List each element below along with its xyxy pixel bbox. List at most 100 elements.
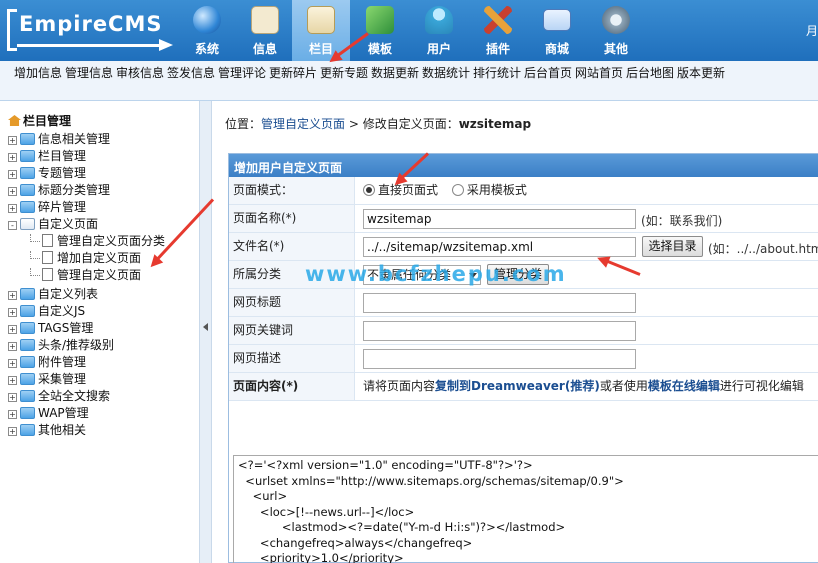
logo-underline [17, 44, 161, 47]
mode-template-radio[interactable] [451, 184, 464, 196]
folder-icon [307, 6, 335, 34]
tree-item-label: 专题管理 [38, 166, 87, 180]
tree-item-fulltext-search[interactable]: + 全站全文搜索 [8, 387, 110, 404]
tree-item-label: 全站全文搜索 [38, 389, 111, 403]
tree-item-info-related[interactable]: + 信息相关管理 [8, 130, 110, 147]
choose-dir-button[interactable]: 选择目录 [642, 236, 703, 257]
quick-add-info[interactable]: 增加信息 [14, 66, 62, 81]
expand-icon[interactable]: + [8, 342, 17, 351]
quick-admin-map[interactable]: 后台地图 [626, 66, 674, 81]
nav-template[interactable]: 模板 [351, 0, 409, 61]
notepad-icon [251, 6, 279, 34]
tree-title: 栏目管理 [8, 112, 71, 129]
tree-item-attachment-manage[interactable]: + 附件管理 [8, 353, 86, 370]
page-description-input[interactable] [363, 349, 636, 369]
expand-icon[interactable]: + [8, 393, 17, 402]
expand-icon[interactable]: + [8, 291, 17, 300]
page-title-input[interactable] [363, 293, 636, 313]
folder-icon [20, 339, 35, 351]
folder-icon [20, 322, 35, 334]
mode-direct-radio[interactable] [363, 184, 375, 196]
page-name-label: 页面名称(*) [229, 205, 355, 232]
nav-system[interactable]: 系统 [178, 0, 236, 61]
expand-icon[interactable]: + [8, 308, 17, 317]
quick-site-home[interactable]: 网站首页 [575, 66, 623, 81]
expand-icon[interactable]: + [8, 376, 17, 385]
folder-icon [20, 407, 35, 419]
tree-item-label: 管理自定义页面 [57, 268, 142, 282]
quick-audit-info[interactable]: 审核信息 [116, 66, 164, 81]
quick-sign-info[interactable]: 签发信息 [167, 66, 215, 81]
template-online-edit-link[interactable]: 模板在线编辑 [648, 379, 720, 393]
expand-icon[interactable]: + [8, 359, 17, 368]
quick-data-stats[interactable]: 数据统计 [422, 66, 470, 81]
row-page-name: 页面名称(*) wzsitemap (如：联系我们) [229, 205, 818, 233]
globe-icon [193, 6, 221, 34]
nav-info[interactable]: 信息 [236, 0, 294, 61]
expand-icon[interactable]: + [8, 187, 17, 196]
quick-data-update[interactable]: 数据更新 [371, 66, 419, 81]
nav-template-label: 模板 [367, 42, 392, 56]
quick-update-topics[interactable]: 更新专题 [320, 66, 368, 81]
tree-item-headline-level[interactable]: + 头条/推荐级别 [8, 336, 114, 353]
tree-item-label: 自定义列表 [38, 287, 99, 301]
card-icon [543, 9, 571, 31]
expand-icon[interactable]: + [8, 136, 17, 145]
tree-item-wap-manage[interactable]: + WAP管理 [8, 404, 89, 421]
panel-splitter[interactable] [200, 101, 212, 563]
nav-shop[interactable]: 商城 [528, 0, 586, 61]
folder-icon [20, 150, 35, 162]
tree-item-title-category[interactable]: + 标题分类管理 [8, 181, 110, 198]
copy-to-dreamweaver-link[interactable]: 复制到Dreamweaver(推荐) [435, 379, 600, 393]
page-content-hint: 请将页面内容复制到Dreamweaver(推荐)或者使用模板在线编辑进行可视化编… [363, 373, 804, 400]
logo-text: EmpireCMS [19, 12, 163, 36]
collapse-arrow-icon[interactable] [203, 323, 208, 331]
user-icon [425, 6, 453, 34]
tree-item-label: 管理自定义页面分类 [57, 234, 166, 248]
expand-icon[interactable]: + [8, 204, 17, 213]
tree-item-column-manage[interactable]: + 栏目管理 [8, 147, 86, 164]
expand-icon[interactable]: + [8, 325, 17, 334]
tree-item-custom-js[interactable]: + 自定义JS [8, 302, 85, 319]
tree-item-manage-custom-page[interactable]: 管理自定义页面 [30, 266, 141, 283]
expand-icon[interactable]: + [8, 410, 17, 419]
file-name-input[interactable]: ../../sitemap/wzsitemap.xml [363, 237, 636, 257]
tree-item-fragment-manage[interactable]: + 碎片管理 [8, 198, 86, 215]
breadcrumb: 位置：管理自定义页面 > 修改自定义页面：wzsitemap [225, 115, 531, 132]
quick-rank-stats[interactable]: 排行统计 [473, 66, 521, 81]
tree-item-add-custom-page[interactable]: 增加自定义页面 [30, 249, 141, 266]
page-content-textarea[interactable]: <?='<?xml version="1.0" encoding="UTF-8"… [233, 455, 818, 563]
nav-plugin[interactable]: 插件 [469, 0, 527, 61]
expand-icon[interactable]: + [8, 153, 17, 162]
page-keywords-input[interactable] [363, 321, 636, 341]
expand-icon[interactable]: + [8, 427, 17, 436]
nav-system-label: 系统 [194, 42, 219, 56]
quick-update-fragments[interactable]: 更新碎片 [269, 66, 317, 81]
tree-item-collect-manage[interactable]: + 采集管理 [8, 370, 86, 387]
tree-item-label: WAP管理 [38, 406, 89, 420]
tree-item-tags-manage[interactable]: + TAGS管理 [8, 319, 93, 336]
tree-item-custom-list[interactable]: + 自定义列表 [8, 285, 98, 302]
tree-item-custom-page[interactable]: - 自定义页面 [8, 215, 98, 232]
breadcrumb-link[interactable]: 管理自定义页面 [261, 117, 345, 131]
nav-other[interactable]: 其他 [587, 0, 645, 61]
tree-item-topic-manage[interactable]: + 专题管理 [8, 164, 86, 181]
tools-icon [484, 6, 512, 34]
nav-user[interactable]: 用户 [410, 0, 468, 61]
quick-admin-home[interactable]: 后台首页 [524, 66, 572, 81]
tree-item-other-related[interactable]: + 其他相关 [8, 421, 86, 438]
expand-icon[interactable]: + [8, 170, 17, 179]
nav-other-label: 其他 [603, 42, 628, 56]
tree-connector [30, 251, 40, 259]
content-hint-a: 请将页面内容 [363, 379, 436, 393]
tree-item-manage-custom-page-category[interactable]: 管理自定义页面分类 [30, 232, 165, 249]
tree-item-label: 自定义JS [38, 304, 86, 318]
page-name-input[interactable]: wzsitemap [363, 209, 636, 229]
quick-version-update[interactable]: 版本更新 [677, 66, 725, 81]
quick-manage-comments[interactable]: 管理评论 [218, 66, 266, 81]
collapse-icon[interactable]: - [8, 221, 17, 230]
watermark-text: www.bcfzhepu.com [305, 262, 567, 286]
page-name-hint: (如：联系我们) [641, 214, 723, 228]
row-page-description: 网页描述 [229, 345, 818, 373]
quick-manage-info[interactable]: 管理信息 [65, 66, 113, 81]
